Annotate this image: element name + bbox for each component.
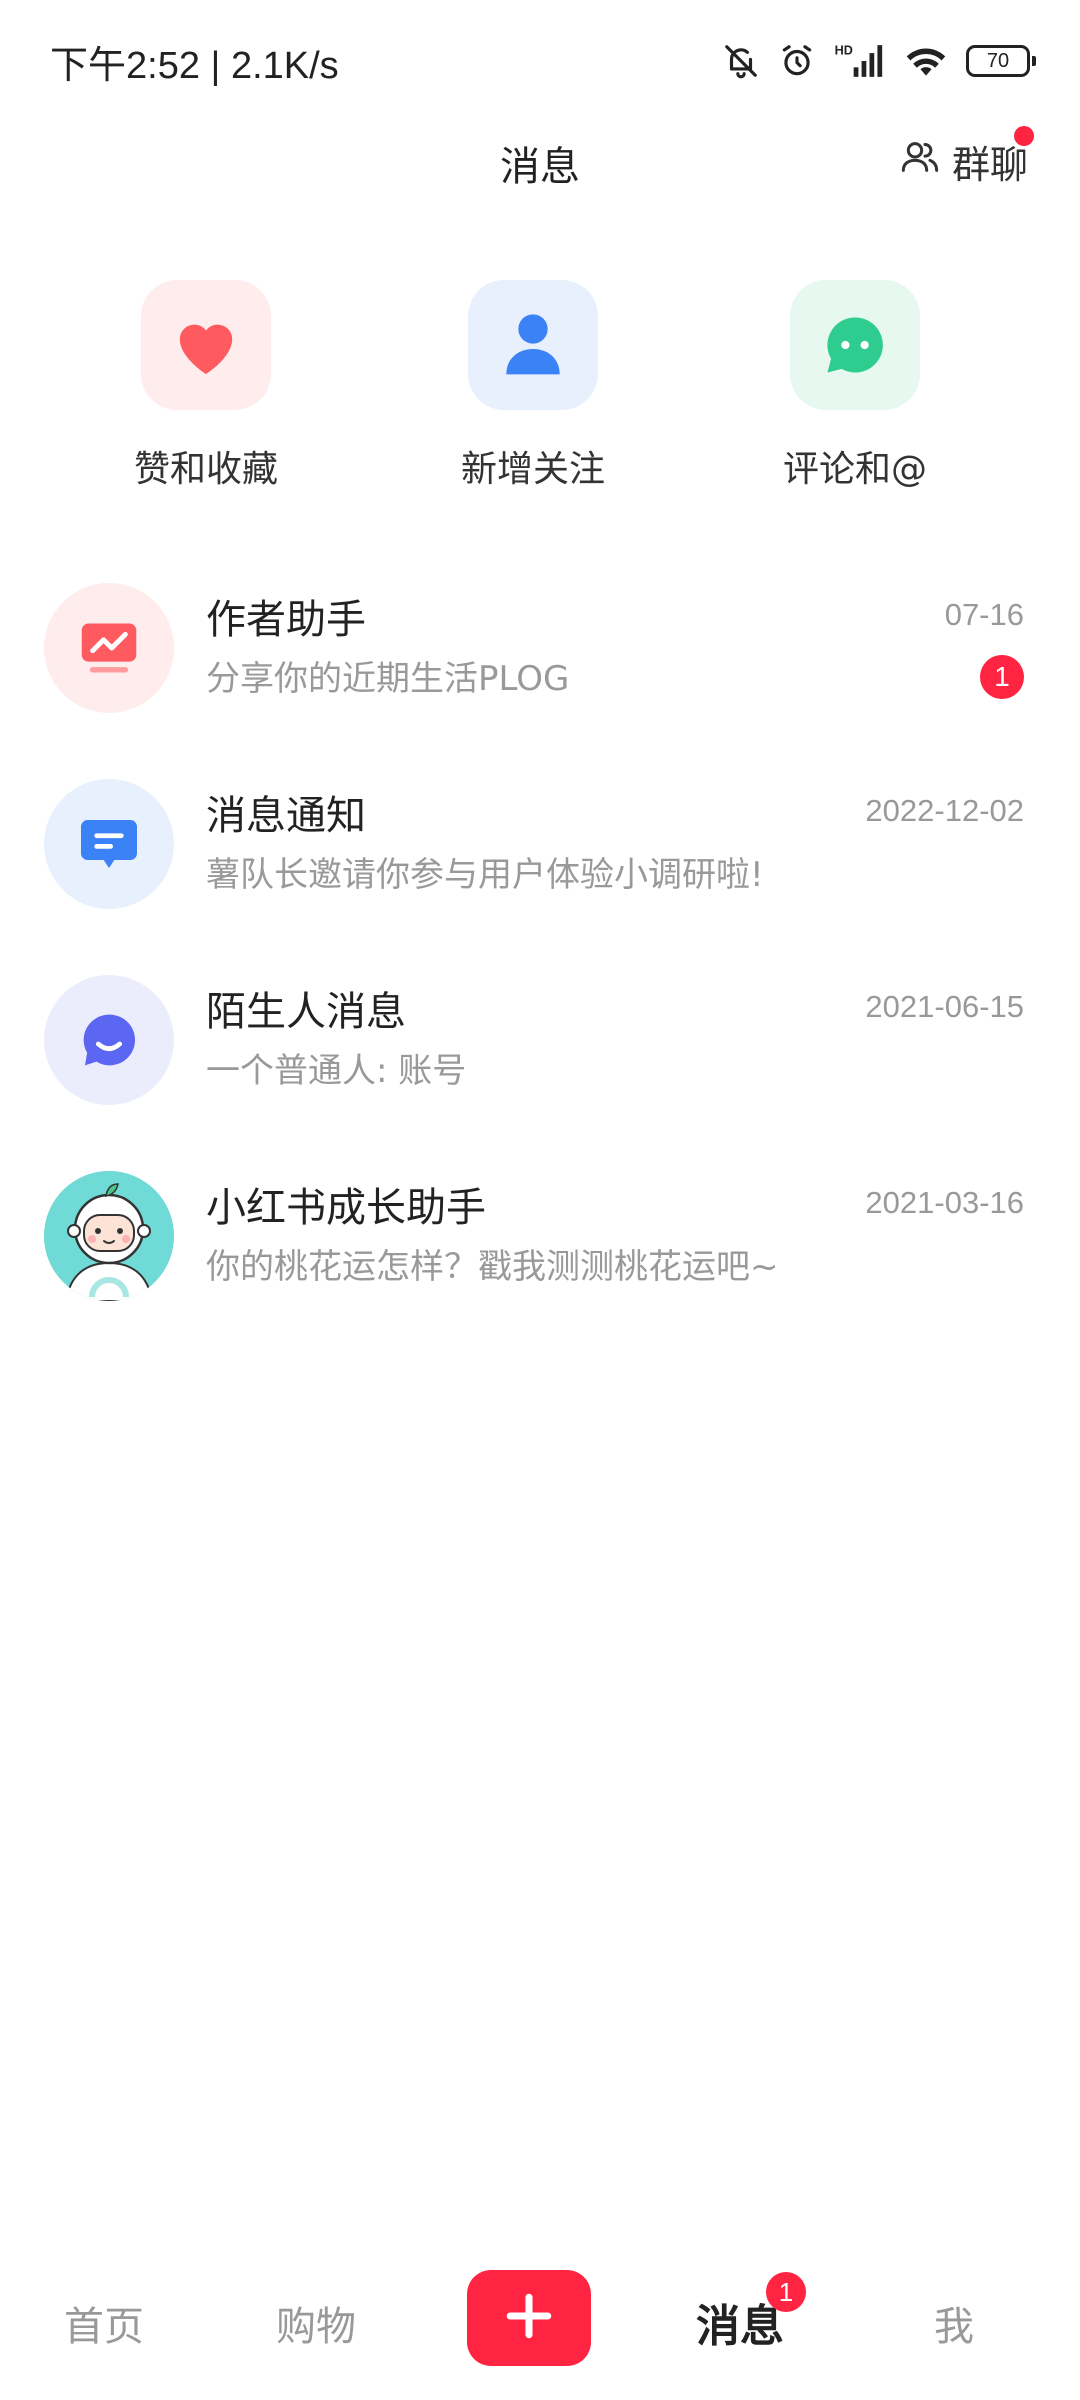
message-row-stranger-messages[interactable]: 陌生人消息 一个普通人: 账号 2021-06-15 [0, 967, 1080, 1163]
tab-messages-label: 消息 [696, 2301, 784, 2352]
likes-and-favorites-entry[interactable]: 赞和收藏 [76, 280, 336, 492]
message-row-growth-assistant[interactable]: 小红书成长助手 你的桃花运怎样？戳我测测桃花运吧~ 2021-03-16 [0, 1163, 1080, 1359]
message-date: 2021-06-15 [865, 989, 1024, 1024]
tab-shop[interactable]: 购物 [276, 2294, 356, 2352]
stranger-chat-icon [44, 975, 174, 1105]
alarm-icon [778, 42, 816, 80]
bottom-tab-bar: 首页 购物 消息 1 我 [0, 2270, 1080, 2400]
new-followers-entry[interactable]: 新增关注 [403, 280, 663, 492]
notification-icon [44, 779, 174, 909]
unread-badge: 1 [980, 655, 1024, 699]
status-bar: 下午2:52 | 2.1K/s HD 70 [0, 0, 1080, 120]
message-title: 作者助手 [206, 597, 366, 643]
comments-and-mentions-label: 评论和@ [782, 449, 927, 490]
message-preview: 一个普通人: 账号 [206, 1051, 467, 1091]
status-icons: HD 70 [722, 36, 1036, 86]
wifi-icon [904, 42, 948, 80]
new-followers-label: 新增关注 [460, 449, 605, 490]
chart-icon [44, 583, 174, 713]
message-preview: 薯队长邀请你参与用户体验小调研啦! [206, 855, 764, 895]
tab-home[interactable]: 首页 [64, 2294, 144, 2352]
message-title: 小红书成长助手 [206, 1185, 486, 1231]
chat-bubble-icon [790, 280, 920, 410]
heart-icon [141, 280, 271, 410]
message-row-author-assistant[interactable]: 作者助手 分享你的近期生活PLOG 07-16 1 [0, 575, 1080, 771]
battery-icon: 70 [966, 45, 1036, 77]
header: 消息 群聊 [0, 120, 1080, 210]
likes-and-favorites-label: 赞和收藏 [133, 449, 278, 490]
add-post-button[interactable] [467, 2270, 591, 2366]
group-chat-notification-dot [1014, 126, 1034, 146]
hd-signal-icon: HD [834, 42, 886, 80]
status-time: 下午2:52 | 2.1K/s [50, 45, 339, 87]
message-preview: 分享你的近期生活PLOG [206, 659, 570, 699]
tab-me[interactable]: 我 [934, 2294, 974, 2352]
plus-icon [504, 2291, 554, 2345]
tab-messages[interactable]: 消息 1 [696, 2272, 806, 2354]
bell-off-icon [722, 42, 760, 80]
quick-entries: 赞和收藏 新增关注 评论和@ [0, 280, 1080, 510]
message-date: 2021-03-16 [865, 1185, 1024, 1220]
astronaut-avatar [44, 1171, 174, 1301]
message-preview: 你的桃花运怎样？戳我测测桃花运吧~ [206, 1247, 779, 1287]
svg-text:HD: HD [835, 44, 853, 58]
message-date: 07-16 [944, 597, 1024, 632]
message-list: 作者助手 分享你的近期生活PLOG 07-16 1 消息通知 薯队长邀请你参与用… [0, 575, 1080, 1359]
comments-and-mentions-entry[interactable]: 评论和@ [725, 280, 985, 492]
message-date: 2022-12-02 [865, 793, 1024, 828]
group-chat-button[interactable]: 群聊 [900, 126, 1034, 189]
group-users-icon [900, 137, 940, 186]
person-icon [468, 280, 598, 410]
message-title: 消息通知 [206, 793, 366, 839]
tab-messages-badge: 1 [766, 2272, 806, 2312]
message-row-notifications[interactable]: 消息通知 薯队长邀请你参与用户体验小调研啦! 2022-12-02 [0, 771, 1080, 967]
message-title: 陌生人消息 [206, 989, 406, 1035]
